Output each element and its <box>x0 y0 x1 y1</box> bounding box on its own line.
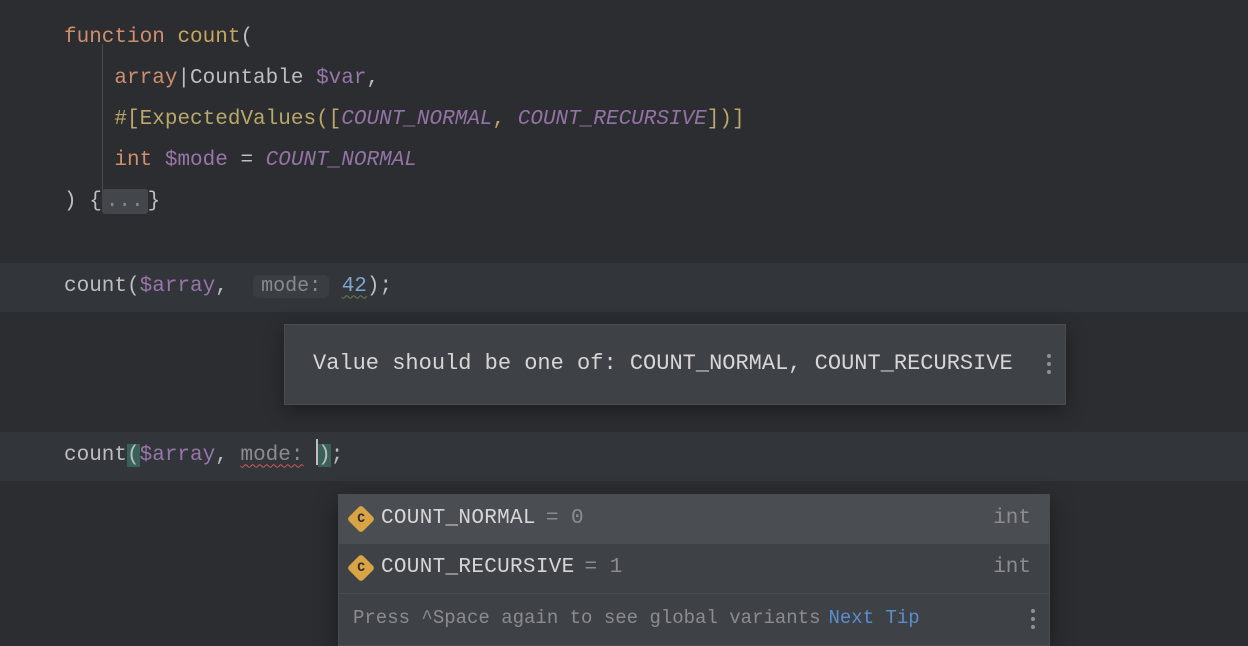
call1-value-42: 42 <box>342 275 367 298</box>
completion-item-value: = 0 <box>546 499 584 540</box>
code-line-param1[interactable]: array|Countable $var, <box>0 59 1248 100</box>
call1-fn: count <box>64 275 127 298</box>
code-line-func-decl[interactable]: function count( <box>0 18 1248 59</box>
default-const: COUNT_NORMAL <box>266 149 417 172</box>
type-int: int <box>114 149 152 172</box>
inspection-tooltip: Value should be one of: COUNT_NORMAL, CO… <box>284 324 1066 405</box>
attr-open: #[ <box>114 108 139 131</box>
keyword-function: function <box>64 26 165 49</box>
type-array: array <box>114 67 177 90</box>
call2-arg1: $array <box>140 444 216 467</box>
blank-line <box>0 223 1248 263</box>
attr-const2: COUNT_RECURSIVE <box>518 108 707 131</box>
close-sig: ) { <box>64 190 102 213</box>
completion-item-type: int <box>993 548 1031 589</box>
tooltip-text: Value should be one of: COUNT_NORMAL, CO… <box>313 343 1013 386</box>
equals: = <box>228 149 266 172</box>
completion-footer: Press ^Space again to see global variant… <box>339 593 1049 645</box>
type-countable: Countable <box>190 67 303 90</box>
union-pipe: | <box>177 67 190 90</box>
call2-fn: count <box>64 444 127 467</box>
call2-open-match: ( <box>127 444 140 467</box>
comma: , <box>367 67 380 90</box>
attr-close: ] <box>732 108 745 131</box>
attr-paren-open: ([ <box>316 108 341 131</box>
completion-popup: C COUNT_NORMAL = 0 int C COUNT_RECURSIVE… <box>338 494 1050 646</box>
kebab-icon[interactable] <box>1031 609 1035 629</box>
completion-item-name: COUNT_RECURSIVE <box>381 548 575 589</box>
call1-comma: , <box>215 275 228 298</box>
kebab-icon[interactable] <box>1047 354 1051 374</box>
attr-paren-close: ]) <box>707 108 732 131</box>
code-fold[interactable]: ... <box>102 189 148 214</box>
code-line-call1[interactable]: count($array, mode: 42); <box>0 263 1248 312</box>
param-var: $var <box>316 67 366 90</box>
call2-comma: , <box>215 444 228 467</box>
completion-item-name: COUNT_NORMAL <box>381 499 536 540</box>
attr-name: ExpectedValues <box>140 108 316 131</box>
completion-item-1[interactable]: C COUNT_RECURSIVE = 1 int <box>339 544 1049 593</box>
call2-hint-mode: mode: <box>240 444 303 467</box>
constant-icon: C <box>347 554 375 582</box>
call1-close: ); <box>367 275 392 298</box>
constant-icon: C <box>347 505 375 533</box>
code-line-attribute[interactable]: #[ExpectedValues([COUNT_NORMAL, COUNT_RE… <box>0 100 1248 141</box>
code-line-call2[interactable]: count($array, mode: ); <box>0 432 1248 481</box>
parameter-hint: mode: <box>253 275 329 298</box>
paren-open: ( <box>240 26 253 49</box>
footer-hint-text: Press ^Space again to see global variant… <box>353 600 820 637</box>
code-line-close-sig[interactable]: ) {...} <box>0 182 1248 223</box>
call2-semi: ; <box>331 444 344 467</box>
code-line-param2[interactable]: int $mode = COUNT_NORMAL <box>0 141 1248 182</box>
next-tip-link[interactable]: Next Tip <box>828 600 919 637</box>
attr-comma: , <box>493 108 518 131</box>
call1-open: ( <box>127 275 140 298</box>
completion-item-value: = 1 <box>585 548 623 589</box>
function-name: count <box>177 26 240 49</box>
attr-const1: COUNT_NORMAL <box>341 108 492 131</box>
call1-arg1: $array <box>140 275 216 298</box>
close-brace: } <box>148 190 161 213</box>
param-mode: $mode <box>165 149 228 172</box>
completion-item-type: int <box>993 499 1031 540</box>
completion-item-0[interactable]: C COUNT_NORMAL = 0 int <box>339 495 1049 544</box>
call2-close-match: ) <box>318 444 331 467</box>
